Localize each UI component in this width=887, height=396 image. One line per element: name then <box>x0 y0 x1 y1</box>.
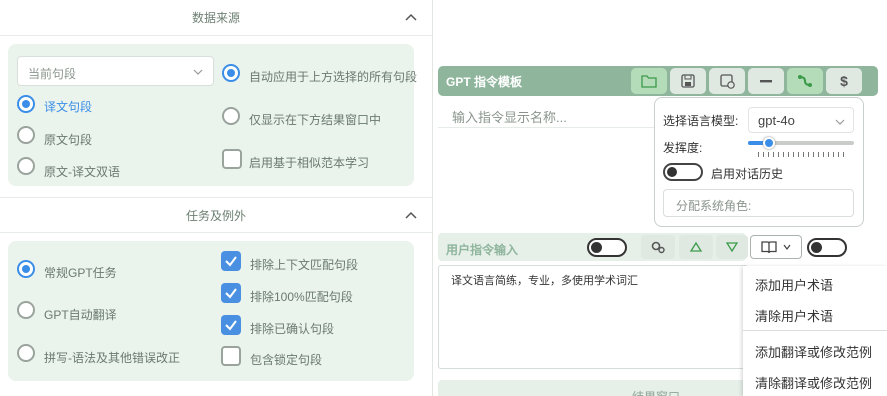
settings-button[interactable] <box>641 235 675 259</box>
minus-icon <box>760 80 772 83</box>
checkbox-include-locked-label: 包含锁定句段 <box>250 353 323 367</box>
column-divider <box>432 0 433 396</box>
model-select-value: gpt-4o <box>758 113 795 128</box>
model-select[interactable]: gpt-4o <box>748 107 854 133</box>
dollar-icon: $ <box>840 73 848 89</box>
radio-bilingual-label: 原文-译文双语 <box>44 165 120 179</box>
save-icon <box>681 74 695 88</box>
system-role-input[interactable]: 分配系统角色: <box>663 189 854 217</box>
checkbox-exclude-context-label: 排除上下文匹配句段 <box>250 258 359 272</box>
radio-show-only[interactable] <box>222 107 240 125</box>
tasks-title: 任务及例外 <box>185 208 246 223</box>
radio-general-task-label: 常规GPT任务 <box>44 266 117 280</box>
chevron-down-icon <box>835 119 845 125</box>
system-role-placeholder: 分配系统角色: <box>676 199 752 213</box>
link-button[interactable] <box>787 68 823 94</box>
temperature-label: 发挥度: <box>663 141 703 155</box>
checkbox-exclude-confirmed[interactable] <box>221 315 241 335</box>
radio-show-only-label: 仅显示在下方结果窗口中 <box>249 113 382 127</box>
radio-grammar-fix-label: 拼写-语法及其他错误改正 <box>44 351 180 365</box>
chevron-up-icon[interactable] <box>404 10 418 24</box>
triangle-up-icon <box>690 242 702 252</box>
instruction-text: 译文语言简练，专业，多使用学术词汇 <box>451 275 638 287</box>
checkbox-similar-learning-label: 启用基于相似范本学习 <box>249 156 370 170</box>
checkbox-exclude-100[interactable] <box>221 283 241 303</box>
user-input-toggle[interactable] <box>587 238 627 257</box>
cost-button[interactable]: $ <box>826 68 862 94</box>
history-toggle-knob <box>667 167 677 177</box>
history-toggle[interactable] <box>663 163 703 181</box>
menu-divider <box>743 330 887 331</box>
save-as-icon <box>719 73 735 89</box>
data-source-header[interactable]: 数据来源 <box>0 0 432 36</box>
gear-icon <box>651 241 665 254</box>
radio-bilingual[interactable] <box>17 157 35 175</box>
remove-button[interactable] <box>748 68 784 94</box>
menu-item-clear-term[interactable]: 清除用户术语 <box>755 306 833 325</box>
user-input-title: 用户指令输入 <box>446 243 519 257</box>
source-dropdown-value: 当前句段 <box>28 67 77 81</box>
user-input-toggle-knob <box>591 242 602 253</box>
data-source-title: 数据来源 <box>191 11 240 25</box>
radio-source-segment[interactable] <box>17 126 35 144</box>
move-up-button[interactable] <box>679 235 713 259</box>
save-button[interactable] <box>670 68 706 94</box>
radio-auto-apply-label: 自动应用于上方选择的所有句段 <box>249 70 418 84</box>
folder-icon <box>641 75 657 88</box>
checkbox-exclude-confirmed-label: 排除已确认句段 <box>250 322 335 336</box>
glossary-toggle-knob <box>811 242 822 253</box>
radio-target-segment[interactable] <box>17 95 35 113</box>
move-down-button[interactable] <box>716 235 748 259</box>
radio-auto-apply[interactable] <box>222 64 240 82</box>
source-dropdown[interactable]: 当前句段 <box>17 56 214 86</box>
checkbox-similar-learning[interactable] <box>222 149 242 169</box>
radio-auto-translate[interactable] <box>17 301 35 319</box>
menu-item-clear-example[interactable]: 清除翻译或修改范例 <box>755 373 872 392</box>
radio-general-task[interactable] <box>17 260 35 278</box>
checkbox-exclude-100-label: 排除100%匹配句段 <box>250 290 353 304</box>
triangle-down-icon <box>726 242 738 252</box>
template-name-placeholder: 输入指令显示名称... <box>452 110 567 125</box>
menu-item-add-term[interactable]: 添加用户术语 <box>755 275 833 294</box>
tasks-header[interactable]: 任务及例外 <box>0 197 432 233</box>
temperature-slider-track[interactable] <box>748 137 854 149</box>
chevron-down-icon <box>193 69 203 75</box>
checkbox-exclude-context[interactable] <box>221 251 241 271</box>
glossary-dropdown-menu: 添加用户术语 清除用户术语 添加翻译或修改范例 清除翻译或修改范例 <box>743 266 887 396</box>
chevron-down-icon <box>783 244 791 250</box>
glossary-toggle[interactable] <box>807 238 847 257</box>
radio-grammar-fix[interactable] <box>17 344 35 362</box>
model-label: 选择语言模型: <box>663 114 739 128</box>
link-icon <box>798 75 812 87</box>
instruction-textarea[interactable]: 译文语言简练，专业，多使用学术词汇 <box>438 265 748 369</box>
checkbox-include-locked[interactable] <box>221 346 241 366</box>
glossary-menu-button[interactable] <box>750 235 802 259</box>
template-name-input[interactable]: 输入指令显示名称... <box>438 98 658 128</box>
temperature-ticks <box>758 152 848 157</box>
radio-target-segment-label: 译文句段 <box>44 100 93 114</box>
open-folder-button[interactable] <box>631 68 667 94</box>
save-as-button[interactable] <box>709 68 745 94</box>
chevron-up-icon[interactable] <box>404 208 418 222</box>
menu-item-add-example[interactable]: 添加翻译或修改范例 <box>755 342 872 361</box>
history-label: 启用对话历史 <box>711 167 784 181</box>
result-window-label: 结果窗口 <box>632 388 680 396</box>
book-icon <box>761 241 777 254</box>
radio-auto-translate-label: GPT自动翻译 <box>44 308 117 322</box>
template-title: GPT 指令模板 <box>446 75 523 89</box>
radio-source-segment-label: 原文句段 <box>44 133 93 147</box>
temperature-slider-knob[interactable] <box>763 137 775 149</box>
